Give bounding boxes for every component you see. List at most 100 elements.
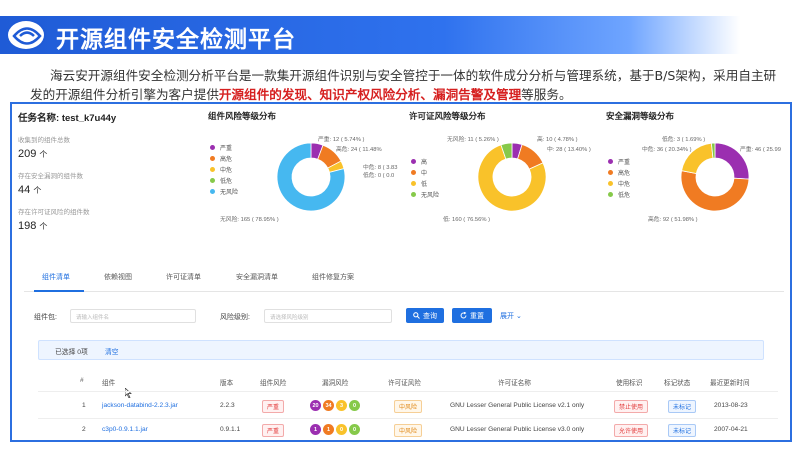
low-count-badge: 0 xyxy=(349,424,360,435)
app-screenshot-frame: 任务名称: test_k7u44y 收集到的组件总数 209 个 存在安全漏洞的… xyxy=(10,102,792,442)
high-count-badge: 1 xyxy=(323,424,334,435)
legend-dot xyxy=(411,192,416,197)
legend-item[interactable]: 高 xyxy=(411,156,439,167)
legend-label: 高危 xyxy=(220,157,233,163)
vuln-risk-counts: 20 34 3 0 xyxy=(310,400,360,411)
component-version: 0.9.1.1 xyxy=(220,426,241,433)
col-header-vuln-risk: 漏洞风险 xyxy=(322,380,349,387)
chart-callout: 中: 28 ( 13.40% ) xyxy=(547,147,591,153)
tab-license-list[interactable]: 许可证清单 xyxy=(166,272,201,282)
selection-bar: 已选择 0项 清空 xyxy=(38,340,764,360)
package-search-input[interactable]: 请输入组件名 xyxy=(70,309,196,323)
risk-tag-label: 严重 xyxy=(262,424,285,437)
legend-label: 中危 xyxy=(618,182,631,188)
mark-status-tag[interactable]: 未标记 xyxy=(668,424,697,437)
updated-date: 2013-08-23 xyxy=(714,402,748,409)
chart-callout: 高危: 24 ( 11.48% xyxy=(336,147,382,153)
legend-item[interactable]: 低危 xyxy=(210,175,238,186)
stat-number: 44 xyxy=(18,184,31,196)
legend-label: 无风险 xyxy=(220,190,239,196)
col-header-version: 版本 xyxy=(220,380,234,387)
legend-item[interactable]: 低 xyxy=(411,178,439,189)
expand-filters-toggle[interactable]: 展开 ⌄ xyxy=(500,311,522,321)
clear-selection-link[interactable]: 清空 xyxy=(105,346,119,356)
legend-item[interactable]: 无风险 xyxy=(411,189,439,200)
license-risk-donut xyxy=(477,142,547,212)
legend-label: 中 xyxy=(421,171,428,177)
critical-count-badge: 20 xyxy=(310,400,321,411)
row-index: 1 xyxy=(82,402,86,409)
license-risk-tag: 中风险 xyxy=(394,424,423,437)
row-index: 2 xyxy=(82,426,86,433)
tab-dependency-view[interactable]: 依赖视图 xyxy=(104,272,132,282)
license-risk-label: 中风险 xyxy=(394,424,423,437)
legend-label: 高危 xyxy=(618,171,631,177)
legend-dot xyxy=(411,170,416,175)
chart-legend: 严重 高危 中危 低危 xyxy=(608,156,630,200)
task-stats-panel: 任务名称: test_k7u44y 收集到的组件总数 209 个 存在安全漏洞的… xyxy=(18,110,208,232)
slide-title: 开源组件安全检测平台 xyxy=(56,27,296,53)
legend-item[interactable]: 严重 xyxy=(210,142,238,153)
stat-unit: 个 xyxy=(39,150,48,159)
search-icon xyxy=(413,312,420,319)
mouse-cursor-icon xyxy=(125,388,132,398)
legend-item[interactable]: 中危 xyxy=(210,164,238,175)
col-header-index: # xyxy=(80,377,84,384)
company-logo xyxy=(6,19,46,51)
legend-dot xyxy=(608,159,613,164)
legend-item[interactable]: 中 xyxy=(411,167,439,178)
legend-item[interactable]: 无风险 xyxy=(210,186,238,197)
legend-dot xyxy=(608,181,613,186)
legend-label: 低 xyxy=(421,182,428,188)
legend-item[interactable]: 高危 xyxy=(210,153,238,164)
chart-callout: 低: 160 ( 76.56% ) xyxy=(443,217,491,223)
usage-tag: 允许使用 xyxy=(614,424,649,437)
chart-callout: 无风险: 11 ( 5.26% ) xyxy=(447,137,499,143)
legend-item[interactable]: 中危 xyxy=(608,178,630,189)
tab-bar: 组件清单 依赖视图 许可证清单 安全漏洞清单 组件修复方案 xyxy=(24,270,784,292)
chart-callout: 严重: 12 ( 5.74% ) xyxy=(318,137,365,143)
tab-component-list[interactable]: 组件清单 xyxy=(42,272,70,282)
legend-item[interactable]: 严重 xyxy=(608,156,630,167)
tab-vuln-list[interactable]: 安全漏洞清单 xyxy=(236,272,278,282)
legend-item[interactable]: 低危 xyxy=(608,189,630,200)
col-header-usage: 使用标识 xyxy=(616,380,643,387)
mark-status-tag[interactable]: 未标记 xyxy=(668,400,697,413)
component-risk-tag: 严重 xyxy=(262,400,285,413)
legend-label: 严重 xyxy=(220,146,233,152)
stat-value-license: 198 个 xyxy=(18,220,208,232)
legend-dot xyxy=(210,156,215,161)
logo-emblem-icon xyxy=(12,27,42,45)
chart-legend: 高 中 低 无风险 xyxy=(411,156,439,200)
query-button[interactable]: 查询 xyxy=(406,308,444,323)
col-header-updated: 最近更新时间 xyxy=(710,380,750,387)
slide-intro: 海云安开源组件安全检测分析平台是一款集开源组件识别与安全管控于一体的软件成分分析… xyxy=(30,66,780,104)
task-name-label: 任务名称: xyxy=(18,113,60,124)
legend-item[interactable]: 高危 xyxy=(608,167,630,178)
legend-dot xyxy=(608,192,613,197)
task-name-row: 任务名称: test_k7u44y xyxy=(18,110,208,124)
stat-value-total: 209 个 xyxy=(18,148,208,160)
stat-label-license: 存在许可证风险的组件数 xyxy=(18,209,90,216)
high-count-badge: 34 xyxy=(323,400,334,411)
mark-status-label: 未标记 xyxy=(668,424,697,437)
reset-button[interactable]: 重置 xyxy=(452,308,492,323)
slide-banner: 开源组件安全检测平台 xyxy=(0,0,800,54)
mark-status-label: 未标记 xyxy=(668,400,697,413)
table-divider xyxy=(38,391,778,392)
component-version: 2.2.3 xyxy=(220,402,235,409)
legend-dot xyxy=(210,189,215,194)
risk-level-select[interactable]: 请选择风险级别 xyxy=(264,309,392,323)
legend-dot xyxy=(411,181,416,186)
table-divider xyxy=(38,418,778,419)
tab-fix-plan[interactable]: 组件修复方案 xyxy=(312,272,354,282)
stat-unit: 个 xyxy=(39,222,48,231)
component-link[interactable]: jackson-databind-2.2.3.jar xyxy=(102,402,178,409)
chart-callout: 高: 10 ( 4.78% ) xyxy=(537,137,578,143)
component-link[interactable]: c3p0-0.9.1.1.jar xyxy=(102,426,148,433)
stat-number: 209 xyxy=(18,148,37,160)
usage-label: 允许使用 xyxy=(614,424,649,437)
legend-label: 高 xyxy=(421,160,428,166)
legend-label: 严重 xyxy=(618,160,631,166)
task-name-value: test_k7u44y xyxy=(61,113,117,124)
